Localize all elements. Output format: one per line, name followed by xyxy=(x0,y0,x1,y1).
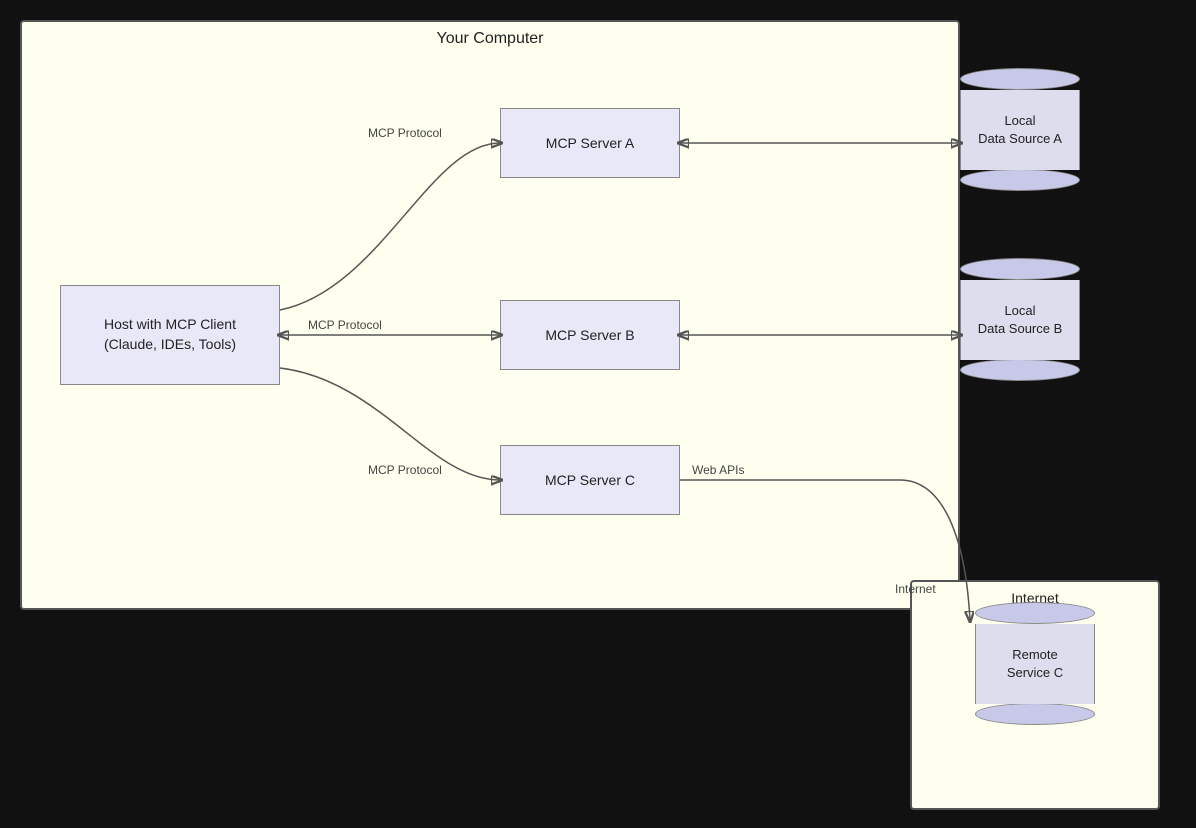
mcp-client-label: Host with MCP Client(Claude, IDEs, Tools… xyxy=(104,315,236,354)
cylinder-a-top xyxy=(960,68,1080,90)
mcp-server-a: MCP Server A xyxy=(500,108,680,178)
mcp-server-a-label: MCP Server A xyxy=(546,135,634,151)
diagram-container: Your Computer Host with MCP Client(Claud… xyxy=(0,0,1196,828)
cylinder-a-body: LocalData Source A xyxy=(960,90,1080,170)
cylinder-c-bottom xyxy=(975,703,1095,725)
data-source-a: LocalData Source A xyxy=(960,68,1080,191)
cylinder-b-bottom xyxy=(960,359,1080,381)
data-source-b: LocalData Source B xyxy=(960,258,1080,381)
remote-service-c: RemoteService C xyxy=(975,602,1095,725)
arrow-label-mcp-a: MCP Protocol xyxy=(368,126,442,140)
arrow-label-mcp-c: MCP Protocol xyxy=(368,463,442,477)
cylinder-b-body: LocalData Source B xyxy=(960,280,1080,360)
cylinder-c-top xyxy=(975,602,1095,624)
your-computer-label: Your Computer xyxy=(436,30,543,48)
mcp-server-c: MCP Server C xyxy=(500,445,680,515)
mcp-server-b-label: MCP Server B xyxy=(545,327,634,343)
data-source-a-label: LocalData Source A xyxy=(978,112,1062,148)
cylinder-c-body: RemoteService C xyxy=(975,624,1095,704)
arrow-label-internet: Internet xyxy=(895,582,936,596)
cylinder-a-bottom xyxy=(960,169,1080,191)
arrow-label-mcp-b: MCP Protocol xyxy=(308,318,382,332)
mcp-server-b: MCP Server B xyxy=(500,300,680,370)
mcp-server-c-label: MCP Server C xyxy=(545,472,635,488)
mcp-client-box: Host with MCP Client(Claude, IDEs, Tools… xyxy=(60,285,280,385)
internet-box: Internet RemoteService C xyxy=(910,580,1160,810)
cylinder-b-top xyxy=(960,258,1080,280)
data-source-b-label: LocalData Source B xyxy=(978,302,1063,338)
arrow-label-web-apis: Web APIs xyxy=(692,463,744,477)
remote-service-label: RemoteService C xyxy=(1007,646,1063,682)
